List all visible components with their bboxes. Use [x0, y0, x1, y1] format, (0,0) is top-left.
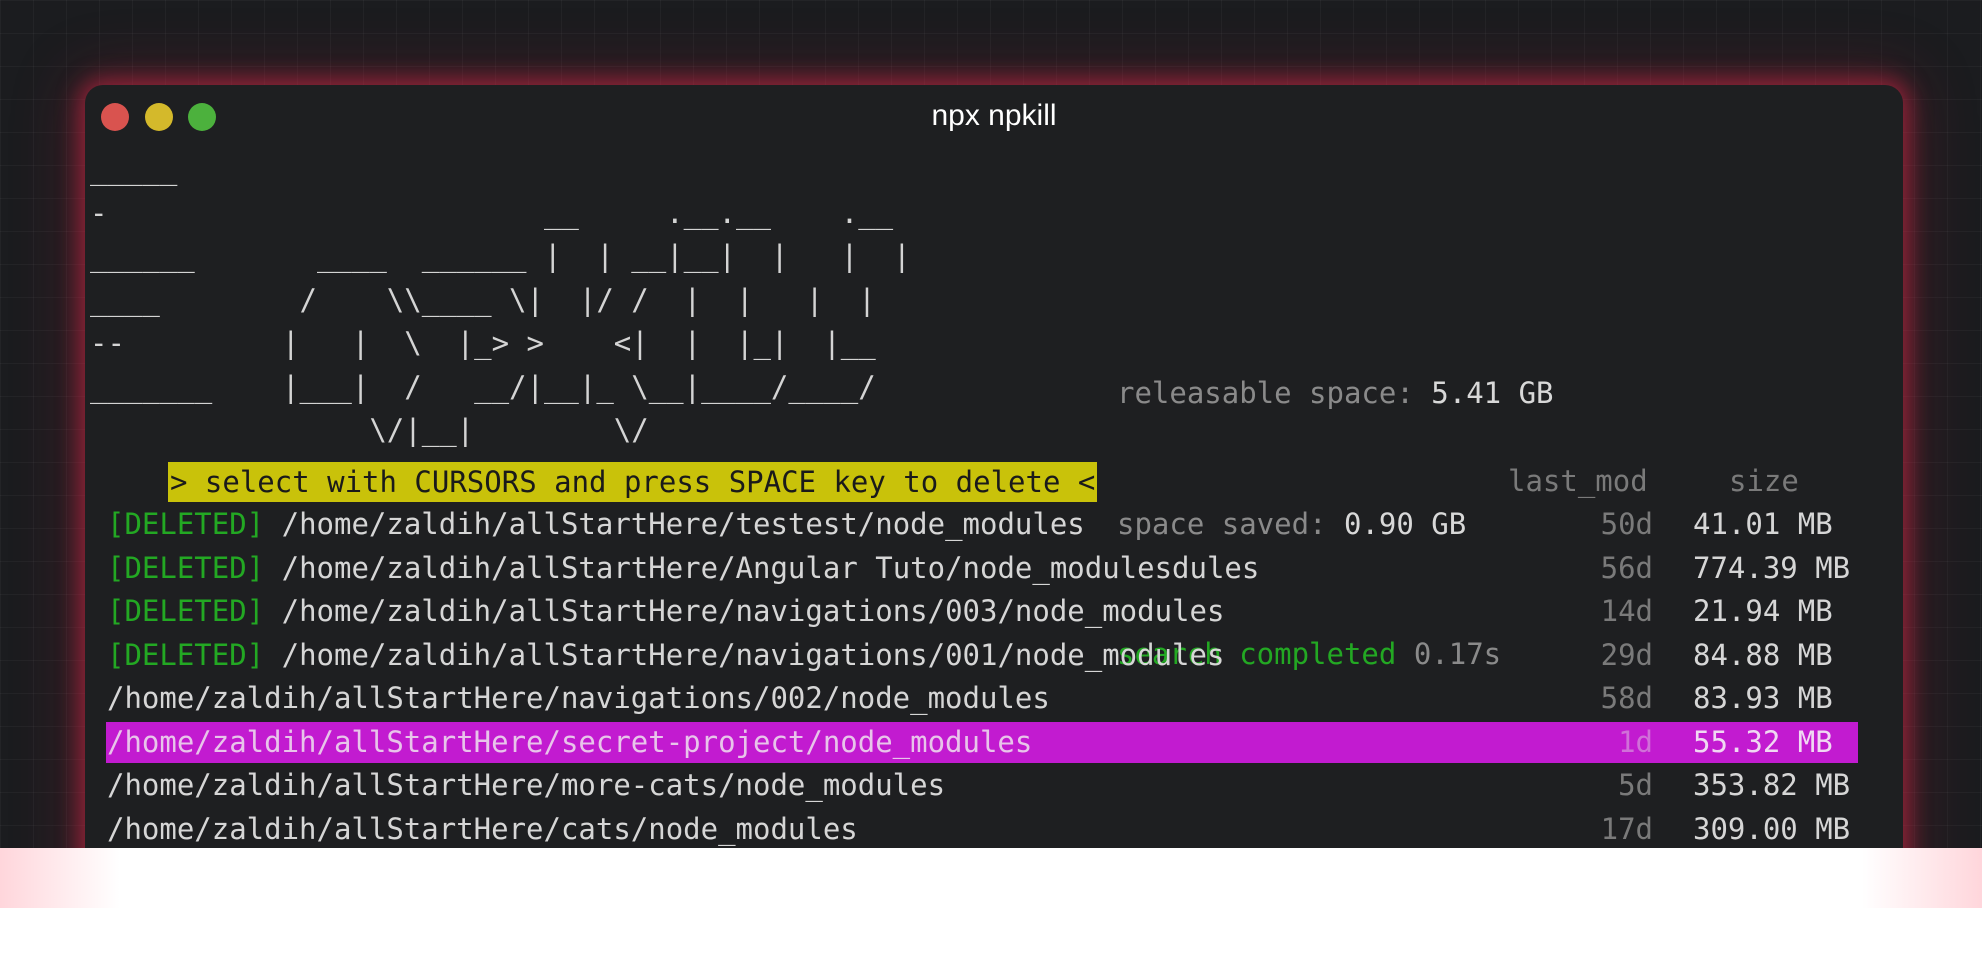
row-last-mod: 5d: [1618, 768, 1653, 802]
list-header: > select with CURSORS and press SPACE ke…: [85, 460, 1903, 504]
glow-left: [0, 848, 120, 908]
releasable-space-value: 5.41 GB: [1431, 376, 1554, 410]
page-bottom-band: [0, 848, 1982, 972]
row-path-text: /home/zaldih/allStartHere/Angular Tuto/n…: [281, 550, 1260, 585]
row-path-text: /home/zaldih/allStartHere/cats/node_modu…: [107, 811, 858, 846]
row-last-mod: 1d: [1618, 724, 1653, 759]
row-size: 55.32 MB: [1693, 724, 1833, 759]
row-path: /home/zaldih/allStartHere/cats/node_modu…: [107, 808, 858, 852]
deleted-tag: [DELETED]: [107, 550, 282, 585]
row-size: 774.39 MB: [1693, 550, 1851, 585]
row-path: [DELETED] /home/zaldih/allStartHere/navi…: [107, 634, 1224, 678]
row-size: 309.00 MB: [1693, 811, 1851, 846]
terminal-window: npx npkill _____ - __ .__.__ .__ ______ …: [85, 85, 1903, 965]
column-header-last-mod: last_mod: [1508, 464, 1648, 498]
row-last-mod: 29d: [1600, 637, 1653, 672]
list-item[interactable]: [DELETED] /home/zaldih/allStartHere/navi…: [85, 590, 1903, 634]
window-title: npx npkill: [931, 99, 1057, 132]
row-size: 21.94 MB: [1693, 594, 1833, 628]
list-item[interactable]: [DELETED] /home/zaldih/allStartHere/navi…: [85, 634, 1903, 678]
row-last-mod: 14d: [1600, 594, 1653, 628]
row-last-mod: 56d: [1600, 550, 1653, 585]
releasable-space-label: releasable space:: [1117, 376, 1432, 410]
row-path: [DELETED] /home/zaldih/allStartHere/navi…: [107, 590, 1224, 634]
row-last-mod: 58d: [1600, 681, 1653, 715]
row-size: 83.93 MB: [1693, 681, 1833, 715]
row-path-text: /home/zaldih/allStartHere/secret-project…: [107, 724, 1033, 759]
column-header-size: size: [1729, 464, 1799, 498]
row-path: /home/zaldih/allStartHere/secret-project…: [107, 721, 1032, 765]
row-last-mod: 50d: [1600, 507, 1653, 541]
row-path: /home/zaldih/allStartHere/more-cats/node…: [107, 764, 945, 808]
list-item[interactable]: [DELETED] /home/zaldih/allStartHere/test…: [85, 503, 1903, 547]
deleted-tag: [DELETED]: [107, 507, 282, 541]
list-item[interactable]: /home/zaldih/allStartHere/cats/node_modu…: [85, 808, 1903, 852]
npkill-ascii-logo: _____ - __ .__.__ .__ ______ ____ ______…: [90, 152, 911, 447]
row-size: 84.88 MB: [1693, 637, 1833, 672]
list-item-selected[interactable]: /home/zaldih/allStartHere/secret-project…: [85, 721, 1903, 765]
row-path: [DELETED] /home/zaldih/allStartHere/Angu…: [107, 547, 1259, 591]
list-item[interactable]: /home/zaldih/allStartHere/more-cats/node…: [85, 764, 1903, 808]
list-item[interactable]: [DELETED] /home/zaldih/allStartHere/Angu…: [85, 547, 1903, 591]
row-path-text: /home/zaldih/allStartHere/navigations/00…: [281, 594, 1225, 628]
row-path: [DELETED] /home/zaldih/allStartHere/test…: [107, 503, 1085, 547]
row-size: 353.82 MB: [1693, 768, 1851, 802]
row-path: /home/zaldih/allStartHere/navigations/00…: [107, 677, 1050, 721]
title-bar: npx npkill: [85, 85, 1903, 147]
glow-right: [1862, 848, 1982, 908]
row-last-mod: 17d: [1600, 811, 1653, 846]
row-path-text: /home/zaldih/allStartHere/navigations/00…: [107, 681, 1050, 715]
row-path-text: /home/zaldih/allStartHere/more-cats/node…: [107, 768, 946, 802]
instructions-banner: > select with CURSORS and press SPACE ke…: [168, 462, 1098, 502]
releasable-space-line: releasable space: 5.41 GB: [1117, 372, 1554, 416]
row-size: 41.01 MB: [1693, 507, 1833, 541]
row-path-text: /home/zaldih/allStartHere/navigations/00…: [281, 637, 1225, 672]
list-item[interactable]: /home/zaldih/allStartHere/navigations/00…: [85, 677, 1903, 721]
deleted-tag: [DELETED]: [107, 594, 282, 628]
deleted-tag: [DELETED]: [107, 637, 282, 672]
row-path-text: /home/zaldih/allStartHere/testest/node_m…: [281, 507, 1085, 541]
